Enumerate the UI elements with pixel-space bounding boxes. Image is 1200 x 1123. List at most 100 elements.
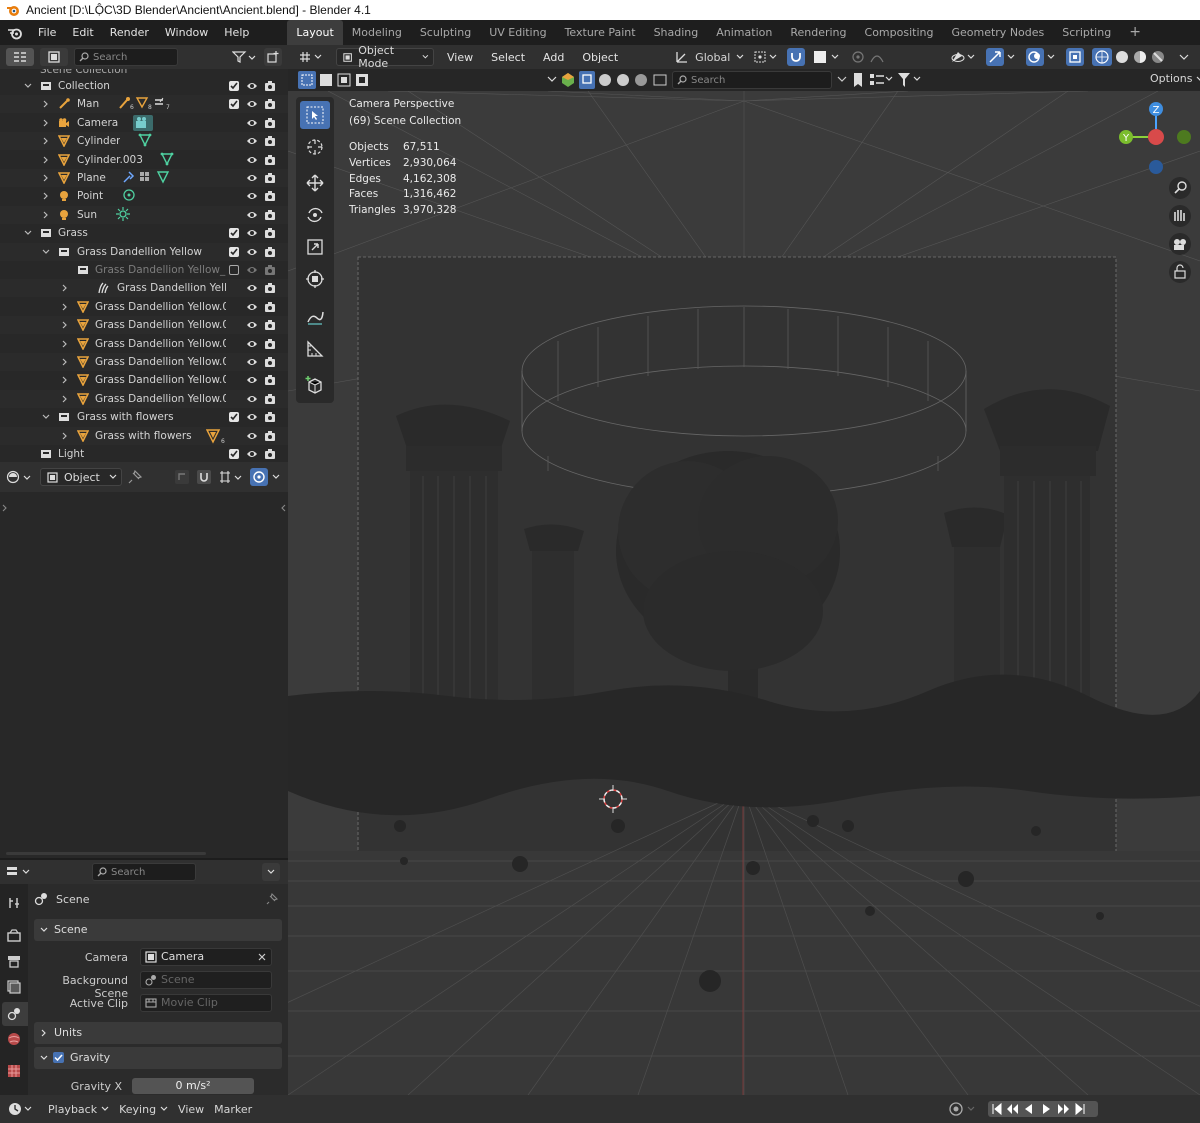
chevron-down-icon[interactable] — [24, 229, 32, 237]
object-data-icons[interactable] — [116, 206, 130, 221]
visibility-eye-icon[interactable] — [246, 339, 258, 349]
output-properties-icon[interactable] — [7, 954, 21, 968]
texture-properties-icon[interactable] — [7, 1064, 21, 1078]
visibility-eye-icon[interactable] — [246, 412, 258, 422]
tab-geometry-nodes[interactable]: Geometry Nodes — [942, 20, 1053, 45]
object-data-icons[interactable] — [160, 152, 174, 166]
visibility-eye-icon[interactable] — [246, 228, 258, 238]
render-camera-icon[interactable] — [264, 190, 276, 202]
object-data-icons[interactable] — [122, 188, 136, 202]
visibility-eye-icon[interactable] — [246, 81, 258, 91]
lock-icon[interactable] — [1169, 261, 1191, 283]
render-camera-icon[interactable] — [264, 319, 276, 331]
context-selector-icon[interactable] — [6, 467, 34, 487]
outliner-row-grass-dandellion-yellow[interactable]: Grass Dandellion Yellow — [0, 242, 288, 261]
units-panel-header[interactable]: Units — [34, 1022, 282, 1044]
playback-controls-icons[interactable] — [988, 1101, 1098, 1117]
filter-icon[interactable] — [232, 48, 258, 66]
chevron-down-icon[interactable] — [546, 74, 558, 84]
gravity-panel-header[interactable]: Gravity — [34, 1047, 282, 1069]
pivot-point-icon[interactable] — [753, 50, 779, 64]
visibility-eye-icon[interactable] — [246, 191, 258, 201]
visibility-eye-icon[interactable] — [246, 357, 258, 367]
gravity-checkbox[interactable] — [53, 1052, 64, 1063]
chevron-right-icon[interactable] — [61, 395, 69, 403]
chevron-right-icon[interactable] — [2, 504, 8, 512]
chevron-right-icon[interactable] — [42, 100, 50, 108]
exclude-checkbox[interactable] — [229, 412, 239, 423]
outliner-row-grass[interactable]: Grass — [0, 224, 288, 242]
timeline-menu-keying[interactable]: Keying — [119, 1103, 168, 1116]
chevron-right-icon[interactable] — [42, 156, 50, 164]
snap-icon[interactable] — [787, 48, 806, 66]
chevron-right-icon[interactable] — [61, 432, 69, 440]
add-workspace-icon[interactable]: + — [1120, 20, 1150, 45]
chevron-down-icon[interactable] — [42, 413, 50, 421]
auto-keying-icon[interactable] — [948, 1101, 978, 1117]
options-dropdown[interactable]: Options — [1150, 72, 1200, 85]
menu-edit[interactable]: Edit — [64, 20, 101, 45]
tab-scripting[interactable]: Scripting — [1053, 20, 1120, 45]
tab-layout[interactable]: Layout — [287, 20, 343, 45]
pin-icon[interactable] — [266, 893, 278, 905]
outliner-row-sun[interactable]: Sun — [0, 205, 288, 224]
outliner-row-grass-dandellion-yellow-01[interactable]: Grass Dandellion Yellow.0( — [0, 298, 288, 316]
outliner-row-cylinder[interactable]: Cylinder — [0, 132, 288, 151]
tab-rendering[interactable]: Rendering — [781, 20, 855, 45]
proportional-edit-icon[interactable] — [851, 50, 891, 64]
object-data-icons[interactable]: 6 8 7 — [118, 96, 178, 110]
outliner-row-grass-with-flowers-mesh[interactable]: Grass with flowers 6 — [0, 426, 288, 445]
select-box-tool[interactable] — [300, 101, 330, 129]
object-data-icons[interactable] — [122, 170, 176, 184]
visibility-eye-icon[interactable] — [246, 247, 258, 257]
tab-modeling[interactable]: Modeling — [343, 20, 411, 45]
tab-uv-editing[interactable]: UV Editing — [480, 20, 555, 45]
object-data-icons[interactable] — [133, 114, 153, 131]
visibility-eye-icon[interactable] — [246, 283, 258, 293]
visibility-eye-icon[interactable] — [246, 394, 258, 404]
object-data-icons[interactable]: 6 — [206, 428, 228, 444]
visibility-eye-icon[interactable] — [246, 118, 258, 128]
editor-type-3d-viewport-icon[interactable] — [298, 50, 328, 64]
annotate-tool[interactable] — [300, 303, 330, 331]
properties-options-dropdown[interactable] — [262, 863, 280, 881]
render-camera-icon[interactable] — [264, 448, 276, 460]
render-camera-icon[interactable] — [264, 98, 276, 110]
menu-file[interactable]: File — [30, 20, 64, 45]
editor-type-timeline-icon[interactable] — [8, 1102, 38, 1116]
render-camera-icon[interactable] — [264, 393, 276, 405]
editor-type-properties-icon[interactable] — [6, 863, 36, 881]
visibility-eye-icon[interactable] — [246, 99, 258, 109]
chevron-right-icon[interactable] — [61, 358, 69, 366]
shading-mode-icons[interactable] — [1092, 48, 1170, 66]
outliner-row-light[interactable]: Light — [0, 445, 288, 462]
new-collection-icon[interactable] — [264, 48, 282, 66]
visibility-eye-icon[interactable] — [246, 320, 258, 330]
chevron-right-icon[interactable] — [61, 303, 69, 311]
outliner-row-grass-dandellion-yellow-hair[interactable]: Grass Dandellion Yellc — [0, 279, 288, 298]
render-camera-icon[interactable] — [264, 411, 276, 423]
gravity-x-field[interactable]: 0 m/s² — [132, 1078, 254, 1094]
chevron-right-icon[interactable] — [42, 174, 50, 182]
proportional-editing-icon[interactable] — [250, 468, 282, 486]
visibility-eye-icon[interactable] — [246, 302, 258, 312]
timeline-menu-view[interactable]: View — [178, 1103, 204, 1116]
visibility-eye-icon[interactable] — [246, 449, 258, 459]
navigation-gizmo[interactable]: Z Y — [1112, 97, 1200, 283]
render-camera-icon[interactable] — [264, 117, 276, 129]
render-camera-icon[interactable] — [264, 282, 276, 294]
transform-tool[interactable] — [300, 265, 330, 293]
outliner-search-input[interactable]: Search — [74, 48, 178, 66]
move-tool[interactable] — [300, 169, 330, 197]
tab-shading[interactable]: Shading — [645, 20, 708, 45]
render-camera-icon[interactable] — [264, 227, 276, 239]
render-camera-icon[interactable] — [264, 80, 276, 92]
rotate-tool[interactable] — [300, 201, 330, 229]
outliner-row-grass-dandellion-yellow-05[interactable]: Grass Dandellion Yellow.0( — [0, 371, 288, 389]
camera-view-icon[interactable] — [1169, 233, 1191, 255]
exclude-checkbox[interactable] — [229, 449, 239, 459]
render-camera-icon[interactable] — [264, 246, 276, 258]
chevron-right-icon[interactable] — [61, 321, 69, 329]
properties-search-input[interactable]: Search — [92, 863, 196, 881]
visibility-eye-icon[interactable] — [246, 210, 258, 220]
